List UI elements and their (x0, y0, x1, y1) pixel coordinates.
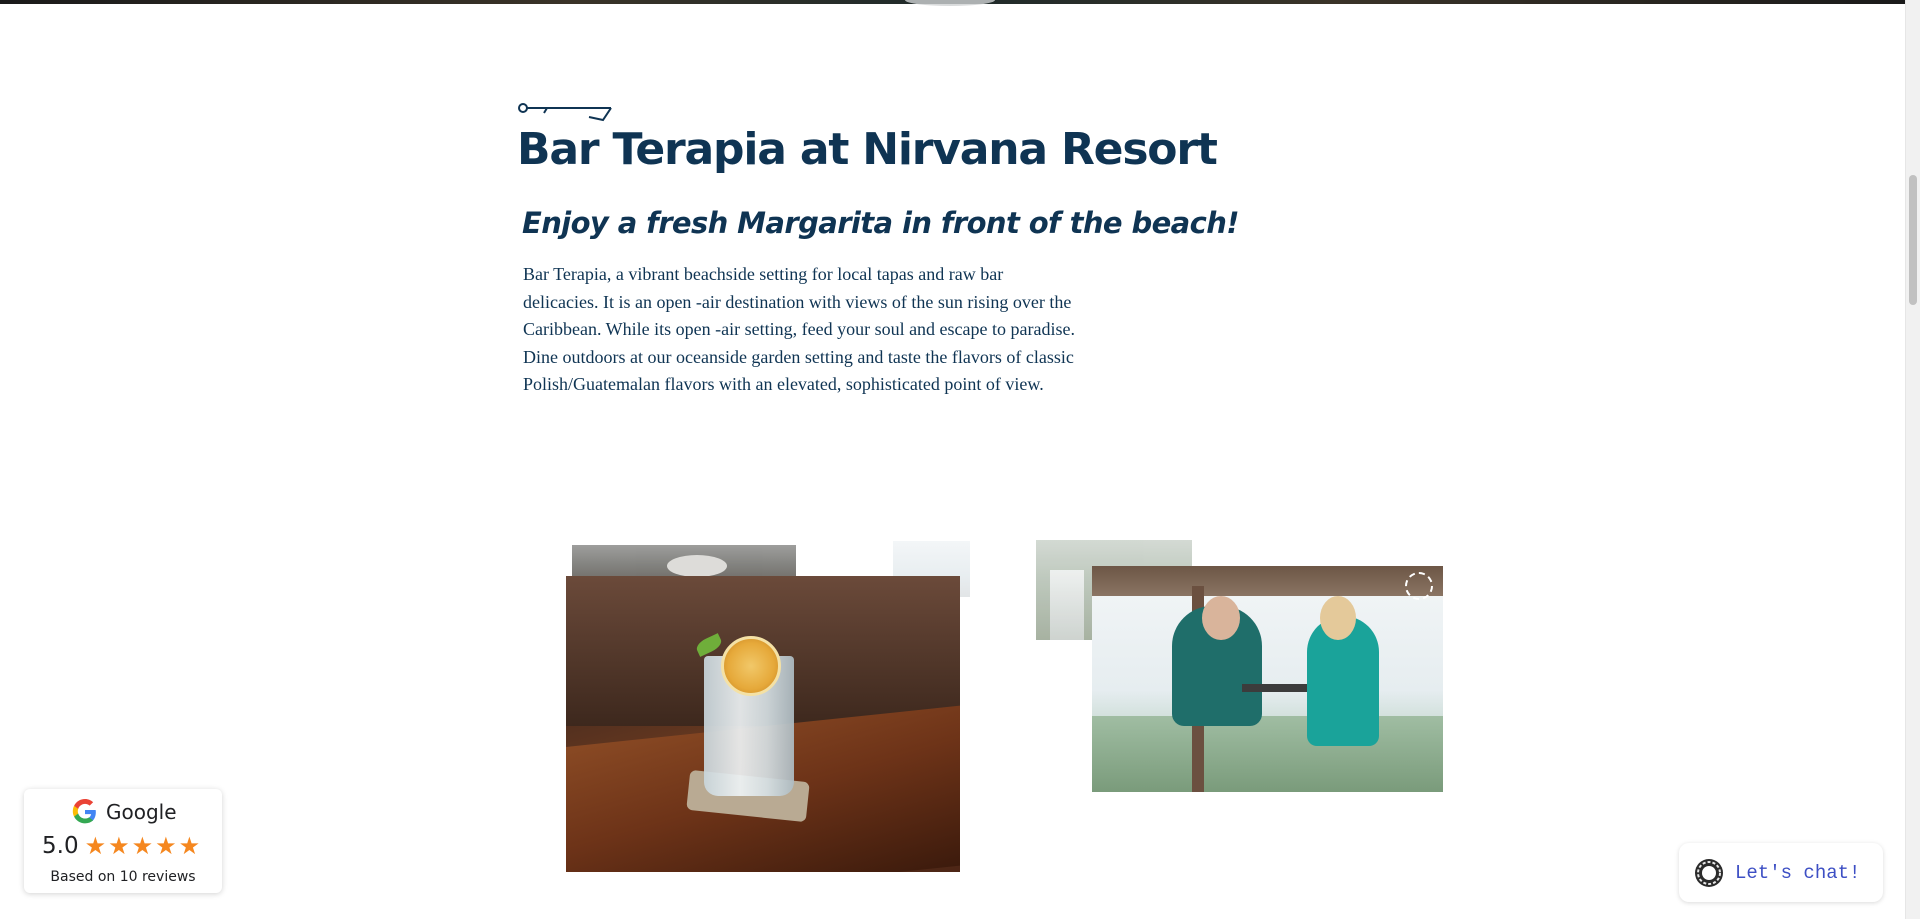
resort-watermark-icon (1405, 572, 1433, 600)
page-title: Bar Terapia at Nirvana Resort (517, 124, 1218, 175)
google-brand-label: Google (106, 800, 177, 824)
page-subtitle: Enjoy a fresh Margarita in front of the … (522, 206, 1240, 240)
lets-chat-button[interactable]: Let's chat! (1679, 843, 1883, 902)
rating-score: 5.0 (42, 833, 79, 859)
page-scrollbar[interactable] (1905, 0, 1920, 919)
google-reviews-widget[interactable]: Google 5.0 ★ ★ ★ ★ ★ Based on 10 reviews (24, 789, 222, 893)
description-text: Bar Terapia, a vibrant beachside setting… (523, 261, 1083, 399)
description-paragraph: Dine outdoors at our oceanside garden se… (523, 346, 1074, 395)
chat-label: Let's chat! (1735, 861, 1861, 884)
star-icon: ★ (84, 832, 107, 860)
google-g-icon (72, 799, 96, 824)
star-icon: ★ (131, 832, 154, 860)
gallery-photo-couple-dining[interactable] (1092, 566, 1443, 792)
scrollbar-thumb[interactable] (1909, 175, 1917, 305)
star-icon: ★ (178, 832, 201, 860)
star-icon: ★ (155, 832, 177, 860)
rating-stars: ★ ★ ★ ★ ★ (85, 834, 201, 858)
star-icon: ★ (108, 832, 130, 860)
decorative-key-icon (518, 103, 612, 122)
hero-logo-peek (905, 0, 995, 6)
gallery-photo-tapas[interactable] (572, 545, 796, 577)
reviews-count: Based on 10 reviews (50, 869, 196, 885)
gallery-photo-margarita[interactable] (566, 576, 960, 872)
chat-logo-icon (1695, 858, 1723, 887)
description-paragraph: Bar Terapia, a vibrant beachside setting… (523, 264, 1075, 340)
